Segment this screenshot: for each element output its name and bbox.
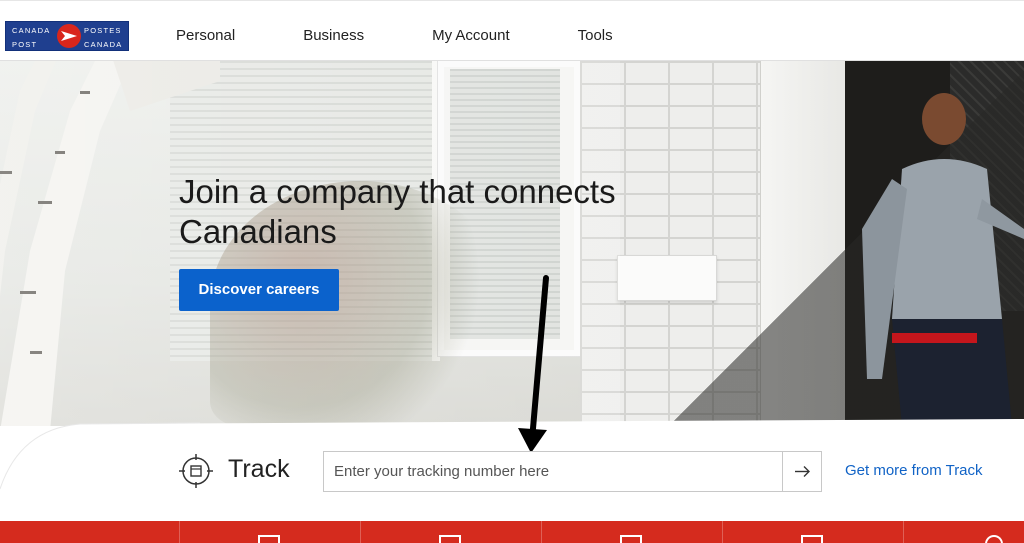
postal-worker-image: [862, 93, 1024, 426]
main-nav: Personal Business My Account Tools: [160, 27, 664, 44]
annotation-arrow: [518, 275, 549, 453]
track-target-icon: [179, 454, 213, 488]
site-header: CANADA POST POSTES CANADA Personal Busin…: [0, 0, 1024, 61]
arrow-right-icon: [795, 466, 810, 477]
nav-my-account[interactable]: My Account: [415, 27, 527, 44]
hero-title-line2: Canadians: [179, 213, 337, 250]
quick-links-separator: [722, 521, 723, 543]
track-label: Track: [228, 455, 290, 483]
tile-icon-4[interactable]: [801, 535, 823, 543]
logo-text-canada-fr: CANADA: [84, 40, 123, 49]
nav-business[interactable]: Business: [286, 27, 381, 44]
discover-careers-button[interactable]: Discover careers: [179, 269, 339, 311]
tile-icon-1[interactable]: [258, 535, 280, 543]
tracking-number-input[interactable]: [323, 451, 783, 492]
quick-links-bar: [0, 521, 1024, 543]
quick-links-separator: [360, 521, 361, 543]
get-more-from-track-link[interactable]: Get more from Track: [845, 462, 983, 479]
quick-links-separator: [903, 521, 904, 543]
tile-icon-5[interactable]: [985, 535, 1003, 543]
post-roundel-icon: [57, 24, 81, 48]
quick-links-separator: [179, 521, 180, 543]
hero-title: Join a company that connects Canadians: [179, 172, 679, 252]
track-submit-button[interactable]: [782, 451, 822, 492]
tile-icon-3[interactable]: [620, 535, 642, 543]
logo-text-canada: CANADA: [12, 26, 51, 35]
quick-links-separator: [541, 521, 542, 543]
canada-post-logo[interactable]: CANADA POST POSTES CANADA: [5, 21, 129, 51]
nav-personal[interactable]: Personal: [160, 27, 252, 44]
logo-text-post: POST: [12, 40, 38, 49]
tile-icon-2[interactable]: [439, 535, 461, 543]
nav-tools[interactable]: Tools: [561, 27, 630, 44]
hero-title-line1: Join a company that connects: [179, 173, 616, 210]
logo-text-postes: POSTES: [84, 26, 122, 35]
